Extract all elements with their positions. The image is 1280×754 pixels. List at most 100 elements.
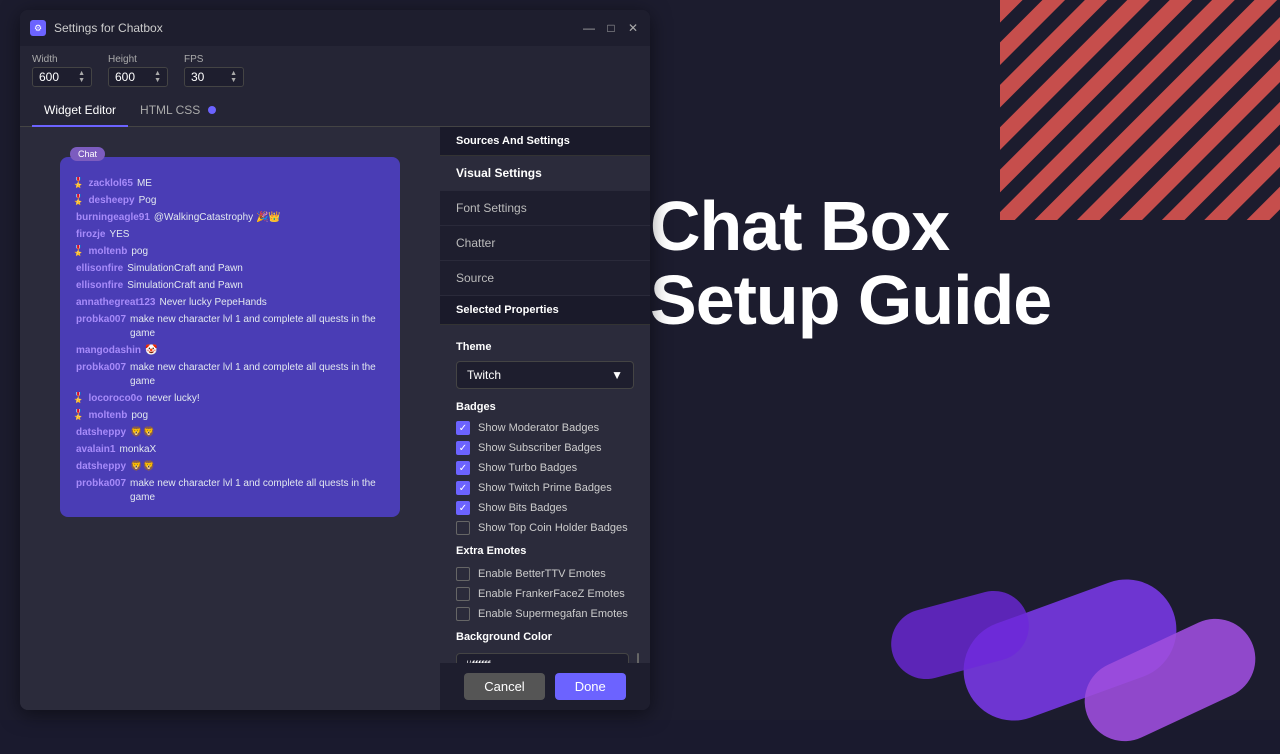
width-up[interactable]: ▲ (78, 70, 85, 77)
chat-icon: 🎖️ (72, 245, 84, 259)
chat-message: probka007 make new character lvl 1 and c… (72, 477, 388, 505)
minimize-button[interactable]: — (582, 21, 596, 35)
chat-text: 🦁🦁 (130, 460, 155, 474)
chat-message: 🎖️ zacklol65 ME (72, 177, 388, 191)
maximize-button[interactable]: □ (604, 21, 618, 35)
badge-label-sub: Show Subscriber Badges (478, 442, 602, 454)
height-label: Height (108, 54, 168, 65)
nav-font-settings[interactable]: Font Settings (440, 191, 650, 226)
chat-username: desheepy (88, 194, 134, 208)
checkbox-frankerfacez[interactable] (456, 587, 470, 601)
badge-label-top-coin: Show Top Coin Holder Badges (478, 522, 628, 534)
chat-text: never lucky! (146, 392, 199, 406)
tab-widget-editor[interactable]: Widget Editor (32, 95, 128, 127)
chat-username: firozje (76, 228, 105, 242)
chat-message: mangodashin 🤡 (72, 344, 388, 358)
badge-item-bits: ✓ Show Bits Badges (456, 501, 634, 515)
chat-username: mangodashin (76, 344, 141, 358)
chat-message: datsheppy 🦁🦁 (72, 426, 388, 440)
chevron-down-icon: ▼ (611, 368, 623, 382)
chat-message: probka007 make new character lvl 1 and c… (72, 313, 388, 341)
chat-message: burningeagle91 @WalkingCatastrophy 🎉👑 (72, 211, 388, 225)
chat-username: probka007 (76, 477, 126, 491)
height-input[interactable]: 600 ▲ ▼ (108, 67, 168, 87)
done-button[interactable]: Done (555, 673, 626, 700)
chat-text: pog (131, 409, 148, 423)
emote-item-frankerfacez: Enable FrankerFaceZ Emotes (456, 587, 634, 601)
badge-item-sub: ✓ Show Subscriber Badges (456, 441, 634, 455)
fps-up[interactable]: ▲ (230, 70, 237, 77)
sources-and-settings-header: Sources And Settings (440, 127, 650, 156)
chat-text: SimulationCraft and Pawn (127, 262, 243, 276)
color-swatch[interactable] (637, 653, 639, 663)
chat-text: make new character lvl 1 and complete al… (130, 477, 388, 505)
fps-label: FPS (184, 54, 244, 65)
fps-field: FPS 30 ▲ ▼ (184, 54, 244, 87)
chat-username: burningeagle91 (76, 211, 150, 225)
height-down[interactable]: ▼ (154, 77, 161, 84)
app-window: ⚙ Settings for Chatbox — □ ✕ Width 600 ▲… (20, 10, 650, 710)
checkbox-betterttv[interactable] (456, 567, 470, 581)
chat-text: make new character lvl 1 and complete al… (130, 361, 388, 389)
hero-title-line1: Chat Box (650, 190, 1260, 264)
title-bar: ⚙ Settings for Chatbox — □ ✕ (20, 10, 650, 46)
checkbox-turbo[interactable]: ✓ (456, 461, 470, 475)
bg-color-input[interactable] (456, 653, 629, 663)
width-label: Width (32, 54, 92, 65)
window-controls: — □ ✕ (582, 21, 640, 35)
checkbox-mod[interactable]: ✓ (456, 421, 470, 435)
chat-messages: 🎖️ zacklol65 ME 🎖️ desheepy Pog burninge… (72, 177, 388, 505)
tab-html-css[interactable]: HTML CSS (128, 95, 228, 127)
chat-message: 🎖️ locoroco0o never lucky! (72, 392, 388, 406)
cancel-button[interactable]: Cancel (464, 673, 544, 700)
toolbar: Width 600 ▲ ▼ Height 600 ▲ ▼ FPS (20, 46, 650, 95)
chat-text: SimulationCraft and Pawn (127, 279, 243, 293)
bg-color-label: Background Color (456, 631, 634, 643)
extra-emotes-label: Extra Emotes (456, 545, 634, 557)
emote-label-frankerfacez: Enable FrankerFaceZ Emotes (478, 588, 625, 600)
nav-chatter[interactable]: Chatter (440, 226, 650, 261)
chat-text: 🤡 (145, 344, 157, 358)
theme-value: Twitch (467, 368, 501, 382)
checkbox-top-coin[interactable] (456, 521, 470, 535)
chat-icon: 🎖️ (72, 409, 84, 423)
height-up[interactable]: ▲ (154, 70, 161, 77)
chat-username: datsheppy (76, 426, 126, 440)
chat-username: locoroco0o (88, 392, 142, 406)
checkbox-sub[interactable]: ✓ (456, 441, 470, 455)
chat-username: moltenb (88, 245, 127, 259)
chat-message: 🎖️ moltenb pog (72, 245, 388, 259)
chat-username: probka007 (76, 313, 126, 327)
chat-username: ellisonfire (76, 279, 123, 293)
chat-message: avalain1 monkaX (72, 443, 388, 457)
footer-buttons: Cancel Done (440, 663, 650, 710)
theme-dropdown[interactable]: Twitch ▼ (456, 361, 634, 389)
chat-text: ME (137, 177, 152, 191)
app-icon: ⚙ (30, 20, 46, 36)
badge-item-top-coin: Show Top Coin Holder Badges (456, 521, 634, 535)
nav-source[interactable]: Source (440, 261, 650, 296)
checkbox-twitch-prime[interactable]: ✓ (456, 481, 470, 495)
width-input[interactable]: 600 ▲ ▼ (32, 67, 92, 87)
chat-message: ellisonfire SimulationCraft and Pawn (72, 279, 388, 293)
emote-item-betterttv: Enable BetterTTV Emotes (456, 567, 634, 581)
emote-label-betterttv: Enable BetterTTV Emotes (478, 568, 606, 580)
close-button[interactable]: ✕ (626, 21, 640, 35)
nav-visual-settings[interactable]: Visual Settings (440, 156, 650, 191)
chat-username: zacklol65 (88, 177, 132, 191)
checkbox-supermegafan[interactable] (456, 607, 470, 621)
chat-message: firozje YES (72, 228, 388, 242)
fps-input[interactable]: 30 ▲ ▼ (184, 67, 244, 87)
chat-message: probka007 make new character lvl 1 and c… (72, 361, 388, 389)
hero-title-line2: Setup Guide (650, 264, 1260, 338)
width-down[interactable]: ▼ (78, 77, 85, 84)
hero-area: Chat Box Setup Guide (650, 190, 1260, 337)
fps-down[interactable]: ▼ (230, 77, 237, 84)
settings-nav: Sources And Settings Visual Settings Fon… (440, 127, 650, 325)
chat-username: annathegreat123 (76, 296, 155, 310)
emote-label-supermegafan: Enable Supermegafan Emotes (478, 608, 628, 620)
badge-label-mod: Show Moderator Badges (478, 422, 599, 434)
badge-item-twitch-prime: ✓ Show Twitch Prime Badges (456, 481, 634, 495)
checkbox-bits[interactable]: ✓ (456, 501, 470, 515)
window-title: Settings for Chatbox (54, 21, 582, 35)
